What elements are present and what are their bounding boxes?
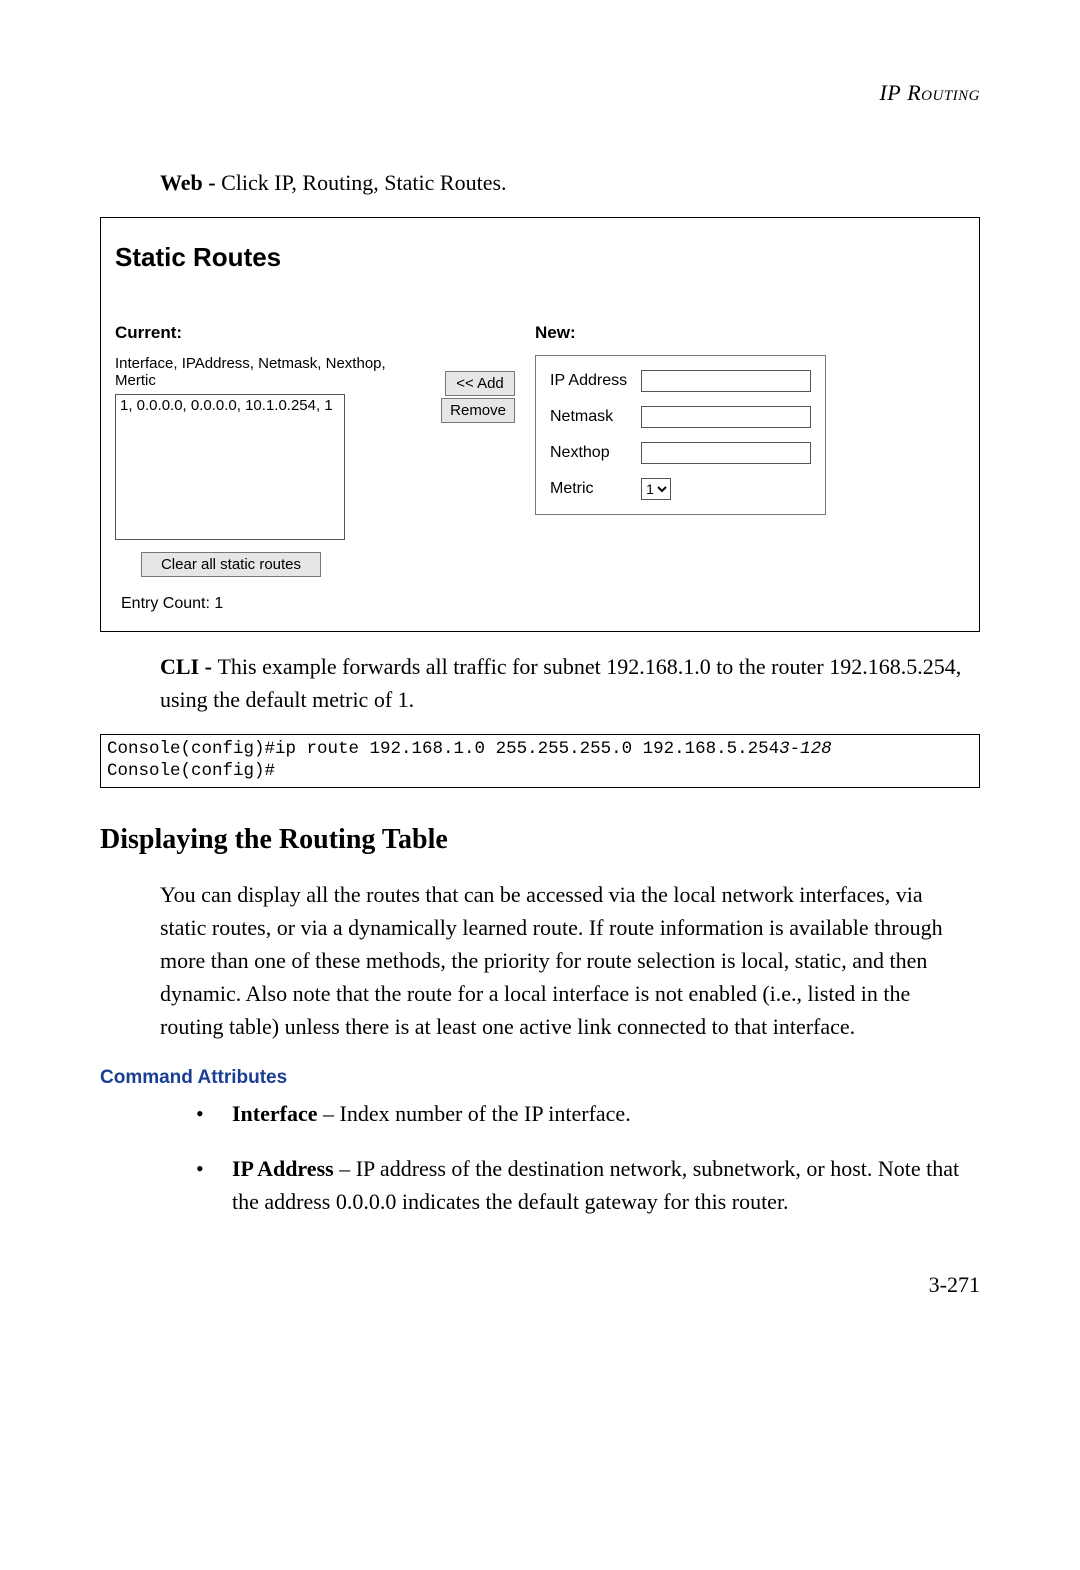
ip-address-field[interactable] (641, 370, 811, 392)
header-prefix: IP (879, 80, 901, 105)
cli-description: CLI - This example forwards all traffic … (160, 650, 970, 716)
web-label: Web - (160, 170, 221, 195)
static-routes-panel: Static Routes Current: Interface, IPAddr… (100, 217, 980, 632)
static-routes-title: Static Routes (115, 242, 965, 273)
cli-label: CLI - (160, 654, 217, 679)
metric-label: Metric (544, 472, 633, 506)
header-word: Routing (901, 80, 980, 105)
metric-select[interactable]: 1 (641, 478, 671, 500)
routing-table-heading: Displaying the Routing Table (100, 824, 980, 856)
attr-desc: – IP address of the destination network,… (232, 1156, 959, 1214)
page-number: 3-271 (100, 1272, 980, 1298)
netmask-label: Netmask (544, 400, 633, 434)
remove-button[interactable]: Remove (441, 398, 515, 423)
cli-text: This example forwards all traffic for su… (160, 654, 961, 712)
list-item: Interface – Index number of the IP inter… (196, 1097, 980, 1130)
ip-address-label: IP Address (544, 364, 633, 398)
cli-line1: Console(config)#ip route 192.168.1.0 255… (107, 739, 779, 759)
clear-all-button[interactable]: Clear all static routes (141, 552, 321, 577)
netmask-field[interactable] (641, 406, 811, 428)
command-attributes-heading: Command Attributes (100, 1067, 980, 1089)
nexthop-field[interactable] (641, 442, 811, 464)
web-instruction: Web - Click IP, Routing, Static Routes. (160, 166, 970, 199)
current-label: Current: (115, 323, 415, 343)
current-routes-listbox[interactable]: 1, 0.0.0.0, 0.0.0.0, 10.1.0.254, 1 (115, 394, 345, 540)
cli-code-block: Console(config)#ip route 192.168.1.0 255… (100, 734, 980, 788)
routing-table-paragraph: You can display all the routes that can … (160, 878, 970, 1043)
command-attributes-list: Interface – Index number of the IP inter… (196, 1097, 980, 1218)
add-button[interactable]: << Add (445, 371, 515, 396)
new-route-form: IP Address Netmask Nexthop Metric (535, 355, 826, 515)
list-item: IP Address – IP address of the destinati… (196, 1152, 980, 1218)
attr-name: Interface (232, 1101, 318, 1126)
page-header: IP Routing (100, 80, 980, 106)
cli-line2: Console(config)# (107, 761, 275, 781)
list-header: Interface, IPAddress, Netmask, Nexthop, … (115, 355, 415, 389)
entry-count: Entry Count: 1 (121, 595, 965, 613)
attr-name: IP Address (232, 1156, 334, 1181)
nexthop-label: Nexthop (544, 436, 633, 470)
attr-desc: – Index number of the IP interface. (318, 1101, 631, 1126)
new-label: New: (535, 323, 965, 343)
list-item[interactable]: 1, 0.0.0.0, 0.0.0.0, 10.1.0.254, 1 (120, 397, 340, 414)
cli-line1-ref: 3-128 (779, 739, 832, 759)
web-text: Click IP, Routing, Static Routes. (221, 170, 506, 195)
